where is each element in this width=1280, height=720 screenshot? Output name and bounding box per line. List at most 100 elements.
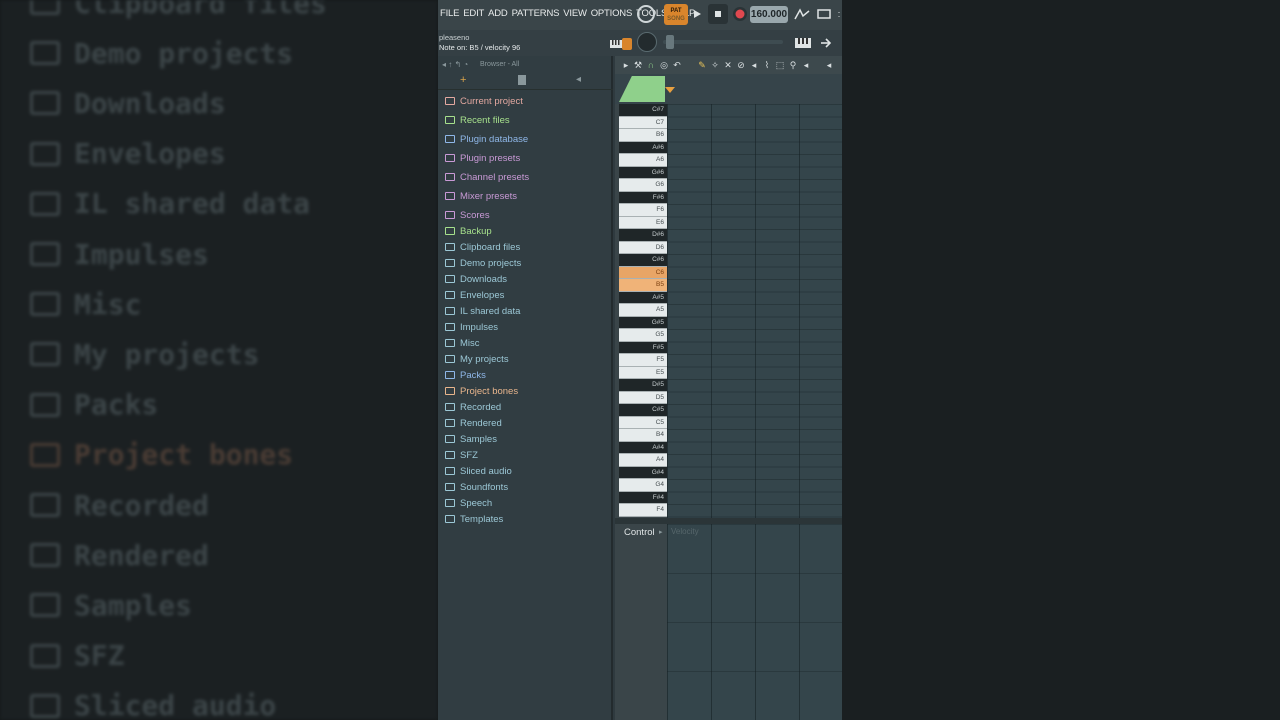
piano-key[interactable]: G#4 [619, 466, 667, 479]
browser-item[interactable]: Sliced audio [445, 463, 512, 479]
pencil-icon[interactable]: ✎ [697, 60, 707, 70]
pitch-handle[interactable] [666, 35, 674, 49]
piano-key[interactable]: G#6 [619, 166, 667, 179]
browser-item[interactable]: Recent files [445, 112, 510, 128]
speaker-icon[interactable]: ◂ [576, 74, 581, 85]
piano-key[interactable]: B4 [619, 429, 667, 442]
piano-key[interactable]: F4 [619, 504, 667, 517]
slip-icon[interactable]: ◂ [749, 60, 759, 70]
piano-key[interactable]: C#5 [619, 404, 667, 417]
piano-key[interactable]: C7 [619, 116, 667, 129]
menu-file[interactable]: FILE [440, 8, 459, 19]
piano-key[interactable]: C#7 [619, 104, 667, 117]
browser-item[interactable]: Project bones [445, 383, 518, 399]
piano-key[interactable]: B5 [619, 279, 667, 292]
browser-item[interactable]: Envelopes [445, 287, 504, 303]
browser-item[interactable]: SFZ [445, 447, 478, 463]
tempo-display[interactable]: 160.000 [750, 6, 788, 23]
browser-nav-icons[interactable]: ◂ ↑ ↰ ◔ [442, 60, 468, 69]
browser-item[interactable]: Current project [445, 93, 523, 109]
master-volume-knob[interactable] [637, 32, 657, 52]
piano-key[interactable]: F6 [619, 204, 667, 217]
piano-key[interactable]: G6 [619, 179, 667, 192]
piano-key[interactable]: A#6 [619, 141, 667, 154]
typing-keyboard-icon[interactable] [622, 38, 632, 50]
stop-icon[interactable] [708, 4, 728, 24]
browser-item[interactable]: Samples [445, 431, 497, 447]
browser-item[interactable]: Rendered [445, 415, 502, 431]
playback-icon[interactable]: ◂ [801, 60, 811, 70]
browser-item[interactable]: Plugin database [445, 131, 528, 147]
note-grid[interactable] [667, 104, 842, 518]
loop-record-icon[interactable] [816, 7, 832, 21]
piano-key[interactable]: F5 [619, 354, 667, 367]
browser-item[interactable]: Packs [445, 367, 486, 383]
menu-patterns[interactable]: PATTERNS [512, 8, 560, 19]
piano-key[interactable]: B6 [619, 129, 667, 142]
zoom-icon[interactable]: ⚲ [788, 60, 798, 70]
piano-key[interactable]: A4 [619, 454, 667, 467]
piano-keyboard-icon[interactable] [793, 36, 813, 50]
piano-key[interactable]: A5 [619, 304, 667, 317]
metronome-icon[interactable] [794, 7, 810, 21]
menu-add[interactable]: ADD [488, 8, 508, 19]
piano-key[interactable]: F#6 [619, 191, 667, 204]
piano-key[interactable]: A#5 [619, 291, 667, 304]
menu-view[interactable]: VIEW [563, 8, 587, 19]
piano-key[interactable]: A6 [619, 154, 667, 167]
piano-key[interactable]: E6 [619, 216, 667, 229]
browser-item[interactable]: Channel presets [445, 169, 529, 185]
velocity-grid[interactable] [667, 524, 842, 720]
browser-item[interactable]: Demo projects [445, 255, 521, 271]
undo-icon[interactable]: ↶ [672, 60, 682, 70]
control-label[interactable]: Control [624, 527, 655, 538]
master-pitch-slider[interactable] [663, 40, 783, 44]
browser-item[interactable]: My projects [445, 351, 509, 367]
magnet-icon[interactable]: ∩ [646, 60, 656, 70]
piano-key[interactable]: C5 [619, 416, 667, 429]
piano-key[interactable]: D6 [619, 241, 667, 254]
browser-item[interactable]: Downloads [445, 271, 507, 287]
piano-key[interactable]: D#5 [619, 379, 667, 392]
browser-item[interactable]: Misc [445, 335, 480, 351]
piano-key[interactable]: G4 [619, 479, 667, 492]
arrow-right-icon[interactable] [818, 36, 834, 50]
browser-item[interactable]: Clipboard files [445, 239, 520, 255]
browser-item[interactable]: Plugin presets [445, 150, 520, 166]
piano-key[interactable]: G#5 [619, 316, 667, 329]
piano-key[interactable]: C#6 [619, 254, 667, 267]
browser-item[interactable]: Scores [445, 207, 490, 223]
wrench-icon[interactable]: ⚒ [633, 60, 643, 70]
arrow-icon[interactable]: ▸ [621, 60, 631, 70]
more-icon[interactable]: : [836, 8, 842, 20]
piano-key[interactable]: C6 [619, 266, 667, 279]
playhead-marker[interactable] [665, 87, 675, 93]
menu-edit[interactable]: EDIT [463, 8, 484, 19]
mute-icon[interactable]: ⊘ [736, 60, 746, 70]
browser-item[interactable]: Mixer presets [445, 188, 517, 204]
piano-key[interactable]: G5 [619, 329, 667, 342]
menu-options[interactable]: OPTIONS [591, 8, 633, 19]
browser-item[interactable]: IL shared data [445, 303, 520, 319]
brush-icon[interactable]: ✧ [710, 60, 720, 70]
piano-key[interactable]: D#6 [619, 229, 667, 242]
piano-key[interactable]: A#4 [619, 441, 667, 454]
select-icon[interactable]: ⬚ [775, 60, 785, 70]
piano-key[interactable]: F#5 [619, 341, 667, 354]
browser-item[interactable]: Speech [445, 495, 492, 511]
browser-item[interactable]: Templates [445, 511, 503, 527]
pat-song-toggle[interactable]: PAT SONG [664, 4, 688, 25]
file-icon[interactable] [518, 75, 526, 85]
target-icon[interactable]: ◎ [659, 60, 669, 70]
browser-item[interactable]: Impulses [445, 319, 498, 335]
piano-key[interactable]: D5 [619, 391, 667, 404]
speaker-icon[interactable]: ◂ [824, 60, 834, 70]
delete-icon[interactable]: ✕ [723, 60, 733, 70]
play-icon[interactable] [690, 7, 704, 21]
browser-item[interactable]: Recorded [445, 399, 501, 415]
browser-item[interactable]: Backup [445, 223, 492, 239]
piano-key[interactable]: E5 [619, 366, 667, 379]
record-icon[interactable] [731, 5, 749, 23]
browser-item[interactable]: Soundfonts [445, 479, 508, 495]
slice-icon[interactable]: ⌇ [762, 60, 772, 70]
